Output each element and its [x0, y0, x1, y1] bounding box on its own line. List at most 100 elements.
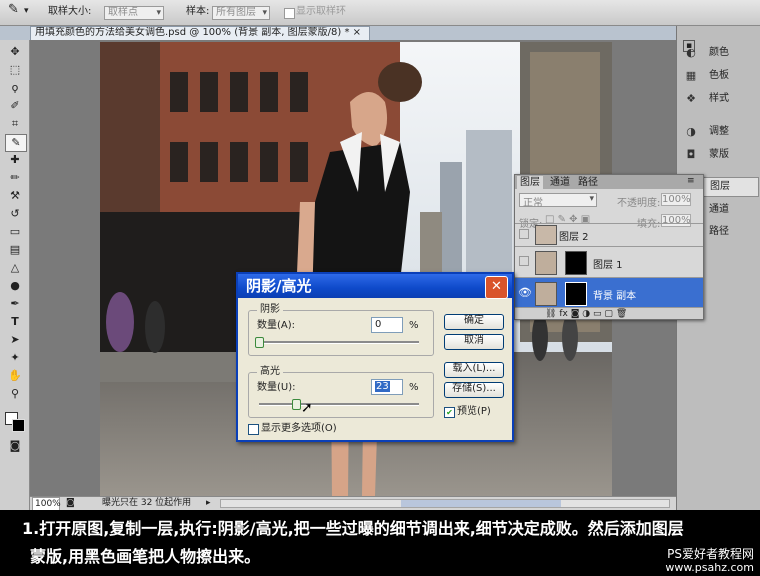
history-brush-icon[interactable]: ↺: [5, 206, 25, 222]
tab-paths[interactable]: 路径: [575, 176, 601, 189]
layer-mask-thumbnail: [565, 282, 587, 306]
show-ring-checkbox[interactable]: [284, 8, 295, 19]
layer-name: 图层 2: [559, 232, 589, 243]
horizontal-scrollbar[interactable]: [220, 499, 670, 508]
mouse-cursor-icon: ➚: [301, 400, 313, 416]
tool-preset-dropdown[interactable]: ▾: [24, 5, 29, 17]
shadows-slider-thumb[interactable]: [255, 337, 264, 348]
status-bar: 100% ◙ 曝光只在 32 位起作用 ▸: [30, 496, 676, 512]
shape-tool-icon[interactable]: ✦: [5, 350, 25, 366]
eye-icon[interactable]: [519, 256, 529, 266]
tab-layers[interactable]: 图层: [517, 176, 543, 189]
scrollbar-thumb[interactable]: [401, 500, 561, 507]
hand-tool-icon[interactable]: ✋: [5, 368, 25, 384]
sample-size-select[interactable]: 取样点: [104, 6, 164, 20]
sample-size-value: 取样点: [108, 7, 138, 18]
brush-tool-icon[interactable]: ✏: [5, 170, 25, 186]
link-icon[interactable]: ⛓: [545, 309, 556, 319]
layers-panel: 图层 通道 路径 ≡ 正常 不透明度: 100% 锁定: □ ✎ ✥ ▣ 填充:…: [514, 174, 704, 320]
dock-item-swatches[interactable]: ▦ 色板: [683, 67, 757, 85]
dock-label: 色板: [709, 70, 729, 81]
fx-icon[interactable]: fx: [559, 309, 568, 319]
layer-row[interactable]: 图层 1: [515, 246, 703, 277]
sample-size-label: 取样大小:: [48, 6, 92, 17]
highlights-slider-thumb[interactable]: [291, 399, 301, 410]
blend-mode-select[interactable]: 正常: [519, 193, 597, 209]
path-select-icon[interactable]: ➤: [5, 332, 25, 348]
close-icon[interactable]: ✕: [485, 276, 508, 299]
save-button[interactable]: 存储(S)...: [444, 382, 504, 398]
blur-tool-icon[interactable]: △: [5, 260, 25, 276]
healing-brush-icon[interactable]: ✚: [5, 152, 25, 168]
eye-icon[interactable]: 👁: [518, 286, 532, 299]
new-layer-icon[interactable]: ▢: [604, 309, 613, 319]
layers-panel-tabbar: [515, 175, 703, 189]
layer-thumbnail: [535, 282, 557, 306]
highlights-group-label: 高光: [257, 366, 283, 378]
highlights-amount-input[interactable]: 23: [371, 379, 403, 395]
blend-mode-value: 正常: [523, 198, 543, 209]
shadows-slider-track[interactable]: [259, 341, 419, 344]
eyedropper-tool-icon[interactable]: ✎: [8, 3, 19, 16]
watermark-line-1: PS爱好者教程网: [667, 547, 754, 561]
adjustments-icon: ◑: [686, 125, 696, 138]
status-arrow-icon[interactable]: ▸: [206, 497, 211, 510]
lasso-tool-icon[interactable]: ϙ: [5, 80, 25, 96]
shadows-group: 阴影 数量(A): 0 %: [248, 304, 434, 356]
zoom-tool-icon[interactable]: ⚲: [5, 386, 25, 402]
dock-item-styles[interactable]: ❖ 样式: [683, 90, 757, 108]
layer-thumbnail: [535, 225, 557, 245]
quick-mask-icon[interactable]: ◙: [5, 438, 25, 454]
type-tool-icon[interactable]: T: [5, 314, 25, 330]
load-button[interactable]: 载入(L)...: [444, 362, 504, 378]
dock-item-masks[interactable]: ◘ 蒙版: [683, 146, 757, 164]
eraser-tool-icon[interactable]: ▭: [5, 224, 25, 240]
eye-icon[interactable]: [519, 229, 529, 239]
crop-tool-icon[interactable]: ⌗: [5, 116, 25, 132]
sample-select[interactable]: 所有图层: [212, 6, 270, 20]
more-options-checkbox[interactable]: [248, 424, 259, 435]
dock-item-adjustments[interactable]: ◑ 调整: [683, 123, 757, 141]
highlights-group: 高光 数量(U): 23 % ➚: [248, 366, 434, 418]
status-text: 曝光只在 32 位起作用: [102, 498, 192, 508]
sample-value: 所有图层: [216, 7, 256, 18]
tab-channels[interactable]: 通道: [547, 176, 573, 189]
ok-button[interactable]: 确定: [444, 314, 504, 330]
preview-label: 预览(P): [457, 406, 491, 417]
shadows-group-label: 阴影: [257, 304, 283, 316]
options-bar: ✎ ▾ 取样大小: 取样点 样本: 所有图层 显示取样环: [0, 0, 760, 26]
quick-select-tool-icon[interactable]: ✐: [5, 98, 25, 114]
layer-row-selected[interactable]: 👁 背景 副本: [515, 277, 703, 308]
gradient-tool-icon[interactable]: ▤: [5, 242, 25, 258]
caption-line-1: 1.打开原图,复制一层,执行:阴影/高光,把一些过曝的细节调出来,细节决定成败。…: [22, 519, 684, 538]
shadows-amount-input[interactable]: 0: [371, 317, 403, 333]
palette-icon: ◐: [686, 46, 696, 59]
status-menu-icon[interactable]: ◙: [66, 497, 75, 510]
opacity-label: 不透明度:: [617, 198, 661, 209]
more-options-label: 显示更多选项(O): [261, 423, 337, 434]
dialog-titlebar[interactable]: 阴影/高光 ✕: [238, 274, 512, 299]
opacity-value[interactable]: 100%: [661, 193, 691, 206]
highlights-slider-track[interactable]: [259, 403, 419, 406]
layer-mask-thumbnail: [565, 251, 587, 275]
preview-checkbox[interactable]: ✔: [444, 407, 455, 418]
marquee-tool-icon[interactable]: ⬚: [5, 62, 25, 78]
dock-item-color[interactable]: ◐ 颜色: [683, 44, 757, 62]
layer-name: 图层 1: [593, 260, 623, 271]
add-mask-icon[interactable]: ◙: [571, 309, 580, 319]
layer-row[interactable]: 图层 2: [515, 223, 703, 246]
trash-icon[interactable]: 🗑: [616, 309, 627, 319]
document-tab[interactable]: 用填充颜色的方法给美女调色.psd @ 100% (背景 副本, 图层蒙版/8)…: [30, 26, 370, 40]
dodge-tool-icon[interactable]: ●: [5, 278, 25, 294]
background-color-swatch[interactable]: [12, 419, 25, 432]
new-group-icon[interactable]: ▭: [593, 309, 602, 319]
clone-stamp-icon[interactable]: ⚒: [5, 188, 25, 204]
pen-tool-icon[interactable]: ✒: [5, 296, 25, 312]
adjustment-layer-icon[interactable]: ◑: [582, 309, 590, 319]
layers-footer: ⛓ fx ◙ ◑ ▭ ▢ 🗑: [515, 307, 703, 319]
cancel-button[interactable]: 取消: [444, 334, 504, 350]
move-tool-icon[interactable]: ✥: [5, 44, 25, 60]
highlights-percent: %: [409, 382, 419, 393]
eyedropper-icon[interactable]: ✎: [5, 134, 27, 152]
panel-menu-icon[interactable]: ≡: [687, 176, 695, 186]
